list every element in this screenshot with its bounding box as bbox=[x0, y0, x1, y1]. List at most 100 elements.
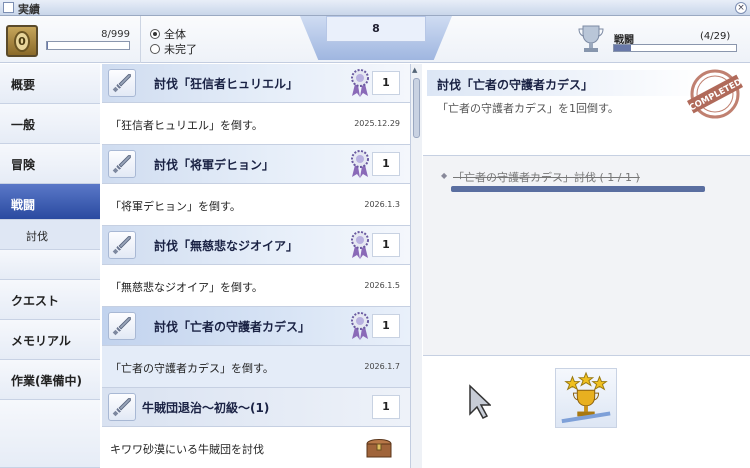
medal-ribbon-icon bbox=[351, 150, 369, 178]
sidebar-item-label: クエスト bbox=[11, 294, 60, 308]
achievement-list: 討伐「狂信者ヒュリエル」 1 「狂信者ヒュリエル」を倒す。 2025.12.29… bbox=[102, 64, 410, 468]
entry-title: 討伐「亡者の守護者カデス」 bbox=[154, 320, 311, 334]
sidebar-item-label: 冒険 bbox=[11, 158, 36, 172]
scroll-up-icon[interactable]: ▲ bbox=[412, 66, 417, 74]
sword-icon bbox=[108, 312, 136, 340]
filter-all-label: 全体 bbox=[164, 28, 186, 41]
sidebar-item-label: 概要 bbox=[11, 78, 36, 92]
points-progress-bar bbox=[46, 41, 130, 50]
medal-ribbon-icon bbox=[351, 231, 369, 259]
sword-icon bbox=[108, 150, 136, 178]
sidebar: 概要 一般 冒険 戦闘 討伐 クエスト メモリアル 作業(準備中) bbox=[0, 64, 100, 468]
entry-count: 1 bbox=[372, 395, 400, 419]
sidebar-item-adventure[interactable]: 冒険 bbox=[0, 144, 100, 184]
trophy-icon bbox=[578, 25, 604, 52]
achievement-medal-icon: 0 bbox=[6, 25, 38, 57]
sword-icon bbox=[108, 69, 136, 97]
sword-icon bbox=[108, 393, 136, 421]
entry-body: キワワ砂漠にいる牛賊団を討伐 bbox=[102, 427, 410, 468]
filter-incomplete-label: 未完了 bbox=[164, 43, 197, 56]
entry-body: 「亡者の守護者カデス」を倒す。 2026.1.7 bbox=[102, 346, 410, 388]
medal-ribbon-icon bbox=[351, 312, 369, 340]
objectives-area: ◆ 「亡者の守護者カデス」討伐 ( 1 / 1 ) bbox=[423, 156, 750, 356]
sidebar-item-label: 一般 bbox=[11, 118, 36, 132]
entry-count: 1 bbox=[372, 71, 400, 95]
entry-header: 討伐「無慈悲なジオイア」 1 bbox=[102, 226, 410, 265]
sidebar-blank bbox=[0, 250, 100, 280]
entry-description: 「将軍デヒョン」を倒す。 bbox=[110, 200, 241, 213]
entry-title: 牛賊団退治～初級～(1) bbox=[142, 401, 270, 415]
sidebar-item-label: 戦闘 bbox=[11, 198, 36, 212]
entry-body: 「狂信者ヒュリエル」を倒す。 2025.12.29 bbox=[102, 103, 410, 145]
achievement-entry[interactable]: 討伐「無慈悲なジオイア」 1 「無慈悲なジオイア」を倒す。 2026.1.5 bbox=[102, 226, 410, 308]
detail-title: 討伐「亡者の守護者カデス」 bbox=[427, 70, 707, 96]
sidebar-item-label: メモリアル bbox=[11, 334, 71, 348]
completed-stamp-icon: COMPLETED bbox=[686, 69, 744, 119]
entry-count: 1 bbox=[372, 314, 400, 338]
detail-header: 討伐「亡者の守護者カデス」 「亡者の守護者カデス」を1回倒す。 COMPLETE… bbox=[423, 64, 750, 156]
title-bar: 実績 × bbox=[0, 0, 750, 16]
bullet-icon: ◆ bbox=[441, 171, 448, 180]
list-scrollbar[interactable]: ▲ bbox=[410, 64, 422, 468]
trophy-reward-icon bbox=[561, 371, 611, 424]
entry-title: 討伐「無慈悲なジオイア」 bbox=[154, 239, 299, 253]
medal-ribbon-icon bbox=[351, 69, 369, 97]
medal-glyph: 0 bbox=[14, 31, 30, 52]
detail-description: 「亡者の守護者カデス」を1回倒す。 bbox=[437, 102, 619, 115]
treasure-chest-icon bbox=[366, 439, 392, 458]
entry-title: 討伐「将軍デヒョン」 bbox=[154, 158, 275, 172]
achievement-points: 8/999 bbox=[101, 29, 130, 40]
entry-description: 「亡者の守護者カデス」を倒す。 bbox=[110, 362, 274, 375]
entry-date: 2026.1.3 bbox=[364, 200, 400, 209]
category-progress-bar bbox=[613, 44, 737, 52]
objective-progress-bar bbox=[451, 186, 705, 192]
entry-body: 「将軍デヒョン」を倒す。 2026.1.3 bbox=[102, 184, 410, 226]
sidebar-item-general[interactable]: 一般 bbox=[0, 104, 100, 144]
sidebar-blank bbox=[0, 400, 100, 468]
reward-area bbox=[423, 356, 750, 468]
entry-header: 討伐「亡者の守護者カデス」 1 bbox=[102, 307, 410, 346]
window-title: 実績 bbox=[18, 3, 40, 16]
objective-text: 「亡者の守護者カデス」討伐 ( 1 / 1 ) bbox=[453, 171, 640, 184]
achievement-entry[interactable]: 討伐「狂信者ヒュリエル」 1 「狂信者ヒュリエル」を倒す。 2025.12.29 bbox=[102, 64, 410, 146]
achievement-entry[interactable]: 討伐「将軍デヒョン」 1 「将軍デヒョン」を倒す。 2026.1.3 bbox=[102, 145, 410, 227]
sidebar-item-work[interactable]: 作業(準備中) bbox=[0, 360, 100, 400]
sidebar-subitem-label: 討伐 bbox=[26, 230, 48, 243]
achievement-entry[interactable]: 牛賊団退治～初級～(1) 1 キワワ砂漠にいる牛賊団を討伐 bbox=[102, 388, 410, 468]
total-count-box: 8 bbox=[300, 16, 452, 60]
filter-incomplete-radio[interactable]: 未完了 bbox=[150, 41, 197, 57]
radio-checked-icon bbox=[150, 29, 160, 39]
entry-body: 「無慈悲なジオイア」を倒す。 2026.1.5 bbox=[102, 265, 410, 307]
detail-panel: 討伐「亡者の守護者カデス」 「亡者の守護者カデス」を1回倒す。 COMPLETE… bbox=[423, 64, 750, 468]
mouse-cursor-icon bbox=[469, 384, 491, 419]
divider bbox=[140, 16, 141, 63]
sidebar-item-memorial[interactable]: メモリアル bbox=[0, 320, 100, 360]
entry-date: 2026.1.5 bbox=[364, 281, 400, 290]
entry-description: 「無慈悲なジオイア」を倒す。 bbox=[110, 281, 263, 294]
sidebar-item-label: 作業(準備中) bbox=[11, 374, 82, 388]
entry-description: 「狂信者ヒュリエル」を倒す。 bbox=[110, 119, 263, 132]
window-icon bbox=[3, 2, 14, 13]
entry-count: 1 bbox=[372, 152, 400, 176]
entry-title: 討伐「狂信者ヒュリエル」 bbox=[154, 77, 299, 91]
entry-header: 牛賊団退治～初級～(1) 1 bbox=[102, 388, 410, 427]
achievement-entry-selected[interactable]: 討伐「亡者の守護者カデス」 1 「亡者の守護者カデス」を倒す。 2026.1.7 bbox=[102, 307, 410, 389]
entry-description: キワワ砂漠にいる牛賊団を討伐 bbox=[110, 443, 264, 456]
total-count: 8 bbox=[372, 22, 380, 35]
entry-header: 討伐「狂信者ヒュリエル」 1 bbox=[102, 64, 410, 103]
sidebar-item-combat[interactable]: 戦闘 bbox=[0, 184, 100, 220]
sidebar-item-quest[interactable]: クエスト bbox=[0, 280, 100, 320]
sidebar-subitem-subjugation[interactable]: 討伐 bbox=[0, 220, 100, 250]
entry-date: 2026.1.7 bbox=[364, 362, 400, 371]
scrollbar-thumb[interactable] bbox=[413, 78, 420, 138]
category-count: (4/29) bbox=[700, 31, 731, 42]
close-button[interactable]: × bbox=[735, 2, 747, 14]
header-panel: 0 8/999 全体 未完了 8 戦闘 (4/29) bbox=[0, 16, 750, 63]
filter-all-radio[interactable]: 全体 bbox=[150, 26, 186, 42]
entry-date: 2025.12.29 bbox=[354, 119, 400, 128]
radio-unchecked-icon bbox=[150, 44, 160, 54]
sidebar-item-overview[interactable]: 概要 bbox=[0, 64, 100, 104]
reward-item-slot[interactable] bbox=[555, 368, 617, 428]
entry-header: 討伐「将軍デヒョン」 1 bbox=[102, 145, 410, 184]
sword-icon bbox=[108, 231, 136, 259]
